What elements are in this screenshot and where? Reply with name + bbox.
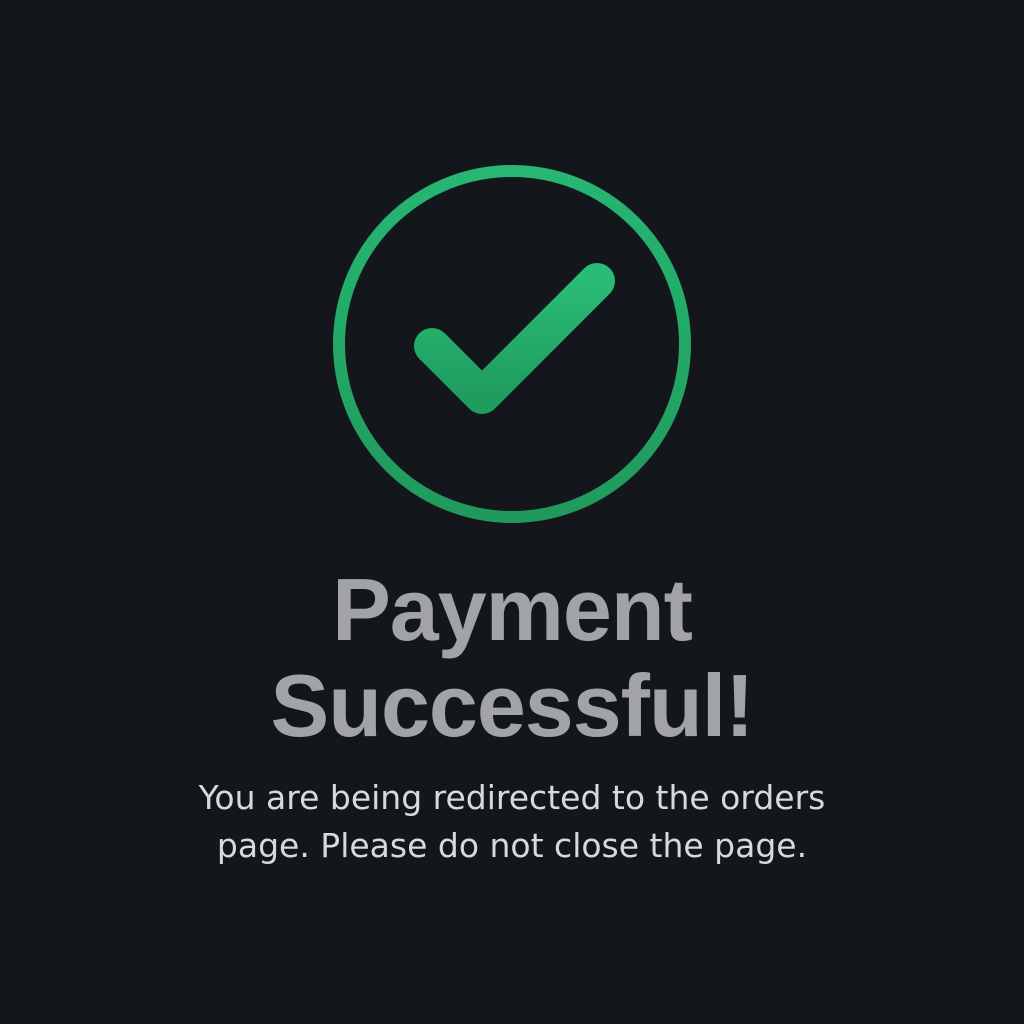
checkmark-stroke — [414, 263, 615, 414]
payment-success-screen: Payment Successful! You are being redire… — [0, 0, 1024, 1024]
message-line-2: page. Please do not close the page. — [216, 826, 808, 865]
title-line-2: Successful! — [270, 656, 755, 755]
title-line-1: Payment — [332, 560, 693, 659]
checkmark-circle-icon — [332, 164, 692, 524]
checkmark-circle-graphic — [333, 165, 691, 523]
message-line-1: You are being redirected to the orders — [198, 778, 826, 817]
redirect-message: You are being redirected to the orders p… — [112, 774, 912, 870]
page-title: Payment Successful! — [112, 562, 912, 754]
